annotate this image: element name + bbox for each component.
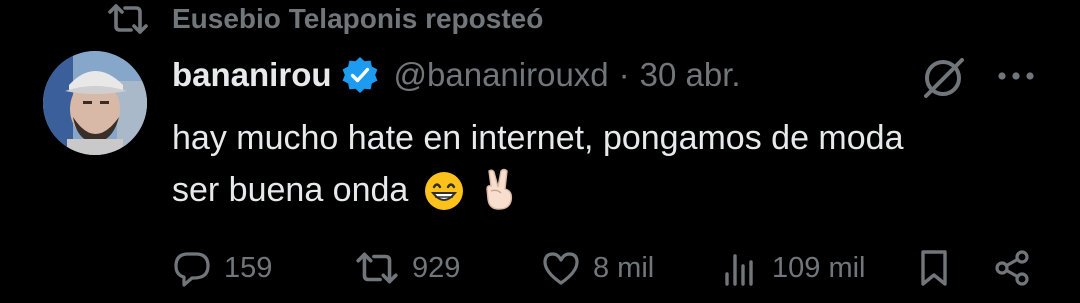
views-button[interactable]: 109 mil: [720, 246, 866, 290]
analytics-icon: [725, 254, 753, 286]
repost-button[interactable]: 929: [354, 246, 460, 290]
grinning-face-emoji: [424, 172, 463, 210]
repost-icon: [356, 252, 398, 284]
handle[interactable]: @bananirouxd: [394, 56, 609, 94]
share-icon: [995, 250, 1029, 286]
separator: ·: [618, 56, 630, 93]
repost-icon: [108, 4, 148, 34]
like-button[interactable]: 8 mil: [541, 246, 654, 290]
action-bar: 159 929 8 mil 109 mil: [172, 246, 1052, 290]
display-name[interactable]: bananirou: [172, 56, 332, 94]
reply-count: 159: [224, 251, 273, 284]
tweet-text-line-1: hay mucho hate en internet, pongamos de …: [172, 119, 904, 157]
heart-icon: [543, 252, 579, 285]
more-options-icon[interactable]: [996, 62, 1036, 90]
repost-banner[interactable]: Eusebio Telaponis reposteó: [106, 2, 543, 36]
bookmark-button[interactable]: [914, 246, 954, 290]
timestamp[interactable]: 30 abr.: [640, 56, 741, 94]
tweet-text: hay mucho hate en internet, pongamos de …: [172, 112, 1052, 216]
tweet-text-line-2-text: ser buena onda: [172, 171, 409, 209]
bookmark-icon: [921, 250, 947, 286]
share-button[interactable]: [992, 246, 1032, 290]
reply-button[interactable]: 159: [172, 246, 272, 290]
victory-hand-emoji: [486, 168, 513, 210]
grok-icon[interactable]: [918, 52, 968, 102]
tweet-header: bananirou @bananirouxd · 30 abr.: [172, 52, 741, 98]
repost-banner-text: Eusebio Telaponis reposteó: [172, 3, 544, 34]
avatar[interactable]: [43, 51, 147, 155]
views-count: 109 mil: [772, 251, 866, 284]
reply-icon: [174, 252, 210, 287]
like-count: 8 mil: [593, 251, 655, 284]
verified-badge-icon[interactable]: [340, 55, 380, 95]
repost-count: 929: [412, 251, 461, 284]
tweet-text-line-2: ser buena onda: [172, 164, 1052, 216]
